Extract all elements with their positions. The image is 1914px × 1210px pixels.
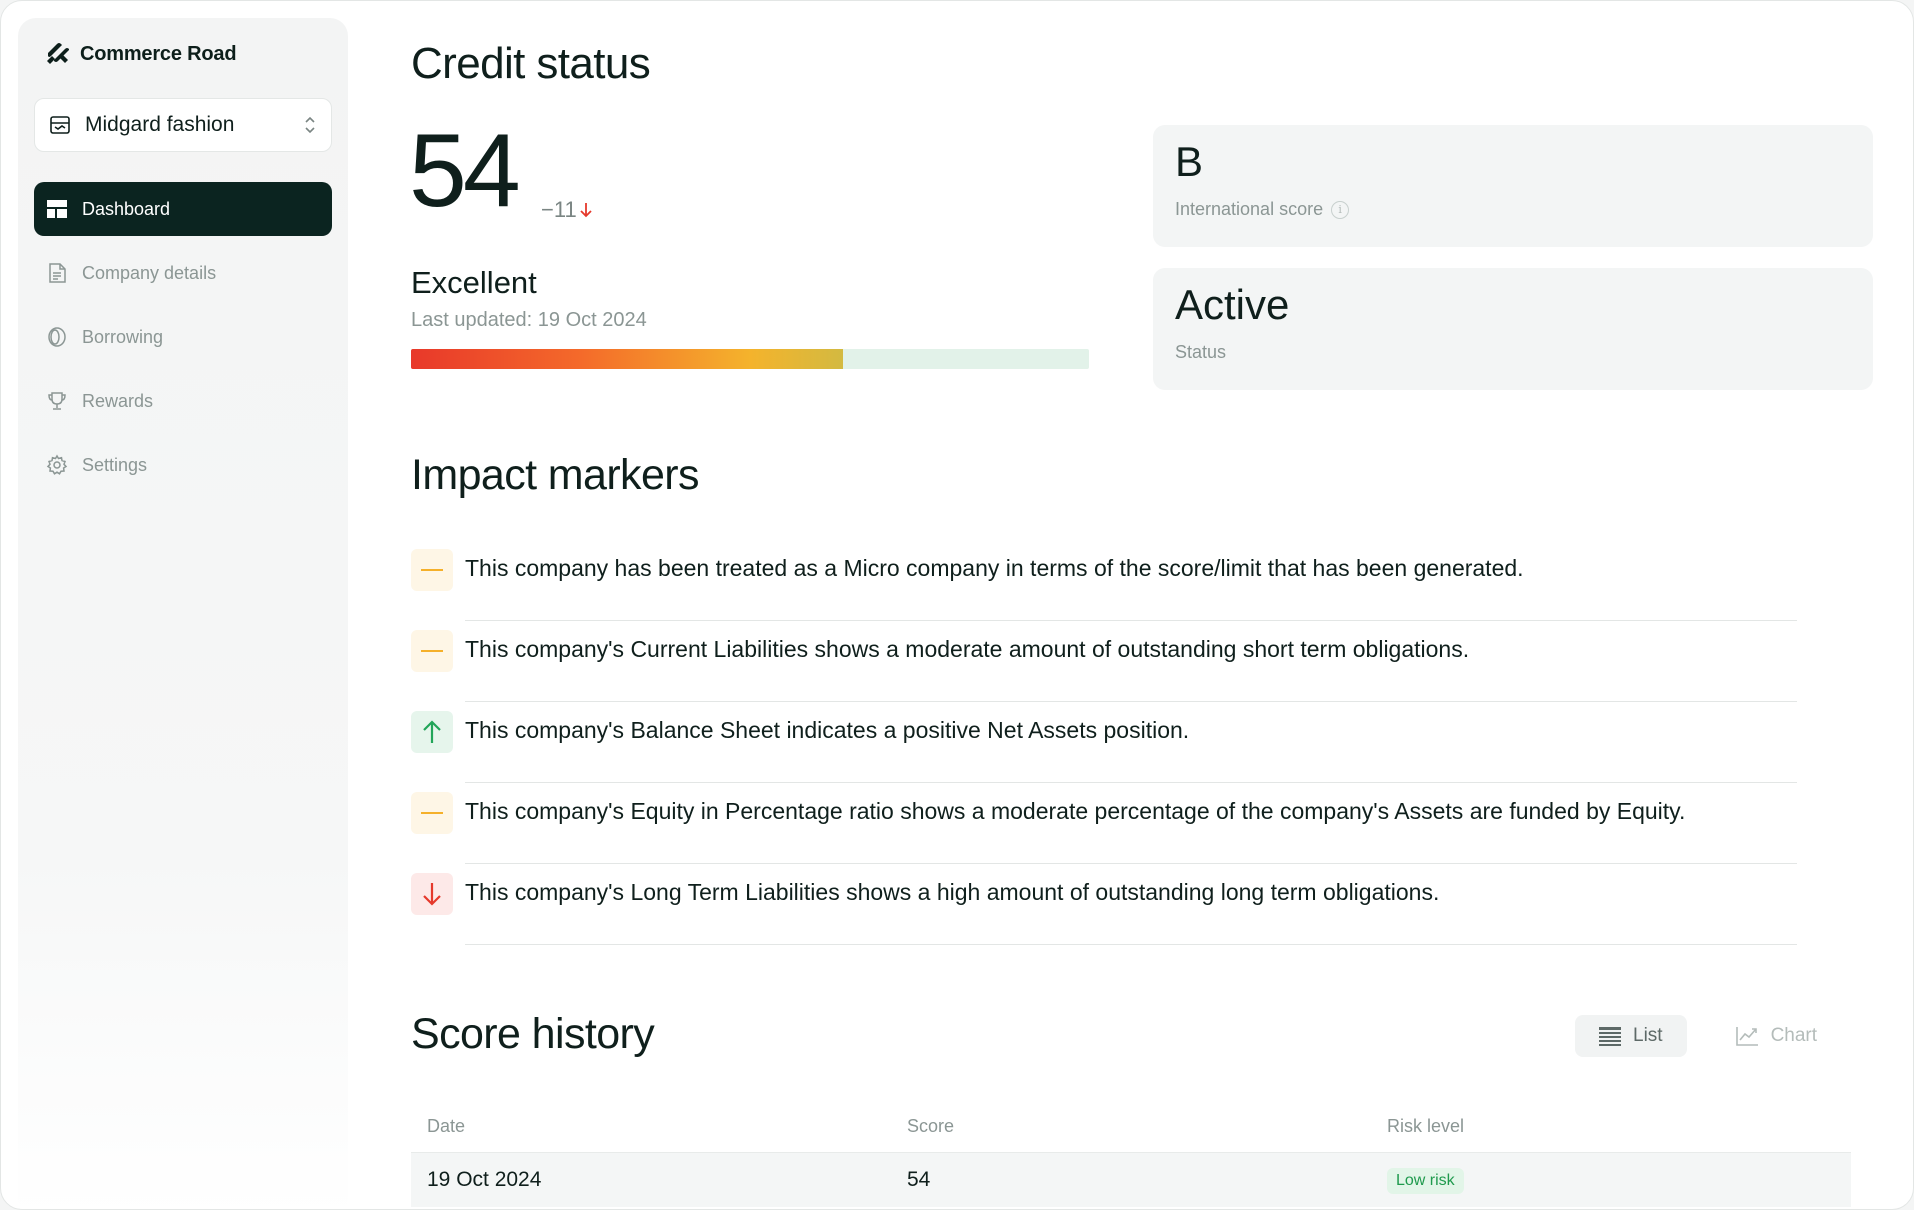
column-header-score: Score xyxy=(907,1116,955,1136)
score-progress-fill xyxy=(411,349,843,369)
impact-markers-list: This company has been treated as a Micro… xyxy=(411,541,1851,946)
commerce-road-logo-icon xyxy=(47,43,69,64)
divider xyxy=(465,620,1797,621)
neutral-dash-icon xyxy=(411,549,453,591)
impact-marker-text: This company's Balance Sheet indicates a… xyxy=(465,717,1190,743)
sidebar-item-settings[interactable]: Settings xyxy=(34,438,332,492)
sidebar-item-company-details[interactable]: Company details xyxy=(34,246,332,300)
credit-score-value: 54 xyxy=(409,113,521,229)
document-icon xyxy=(49,263,66,283)
arrow-down-icon xyxy=(411,873,453,915)
last-updated: Last updated: 19 Oct 2024 xyxy=(411,309,647,331)
organization-name: Midgard fashion xyxy=(85,113,235,136)
status-label: Status xyxy=(1175,342,1227,363)
neutral-dash-icon xyxy=(411,630,453,672)
score-progress-bar xyxy=(411,349,1089,369)
line-chart-icon xyxy=(1735,1027,1758,1046)
gear-icon xyxy=(46,454,68,475)
table-row[interactable]: 19 Oct 2024 54 Low risk xyxy=(411,1153,1851,1207)
cell-risk-level: Low risk xyxy=(1371,1167,1851,1194)
score-history-table: Date Score Risk level 19 Oct 2024 54 Low… xyxy=(411,1101,1851,1207)
status-card: Active Status xyxy=(1153,268,1873,390)
list-item: This company's Long Term Liabilities sho… xyxy=(411,865,1851,946)
impact-marker-text: This company's Current Liabilities shows… xyxy=(465,636,1470,662)
list-view-button[interactable]: List xyxy=(1575,1015,1687,1057)
sidebar-item-label: Dashboard xyxy=(82,198,171,219)
chart-view-button[interactable]: Chart xyxy=(1711,1015,1841,1057)
divider xyxy=(465,944,1797,945)
divider xyxy=(465,701,1797,702)
cell-score: 54 xyxy=(907,1168,931,1191)
sidebar-item-label: Rewards xyxy=(82,390,154,411)
neutral-dash-icon xyxy=(411,792,453,834)
status-value: Active xyxy=(1175,281,1290,328)
credit-rating: Excellent xyxy=(411,265,537,300)
brand[interactable]: Commerce Road xyxy=(44,40,237,68)
international-score-value: B xyxy=(1175,138,1204,185)
list-item: This company's Equity in Percentage rati… xyxy=(411,784,1851,865)
delta-value: −11 xyxy=(541,197,577,222)
sidebar-item-label: Settings xyxy=(82,454,148,475)
trophy-icon xyxy=(48,392,66,410)
column-header-date: Date xyxy=(427,1116,466,1136)
international-score-card: B International score i xyxy=(1153,125,1873,247)
impact-marker-text: This company has been treated as a Micro… xyxy=(465,555,1524,581)
coin-icon xyxy=(48,327,66,347)
brand-name: Commerce Road xyxy=(80,42,237,65)
dashboard-icon xyxy=(47,200,67,218)
impact-marker-text: This company's Equity in Percentage rati… xyxy=(465,798,1686,824)
sidebar-nav: Dashboard Company details Borrowing Rewa… xyxy=(34,182,332,502)
sidebar-item-borrowing[interactable]: Borrowing xyxy=(34,310,332,364)
list-icon xyxy=(1599,1027,1621,1046)
sidebar: Commerce Road Midgard fashion Dashboard … xyxy=(18,18,348,1209)
app-window: Commerce Road Midgard fashion Dashboard … xyxy=(0,0,1914,1210)
credit-score-delta: −11 xyxy=(541,197,593,223)
divider xyxy=(465,782,1797,783)
arrow-up-icon xyxy=(411,711,453,753)
impact-marker-text: This company's Long Term Liabilities sho… xyxy=(465,879,1440,905)
organization-select[interactable]: Midgard fashion xyxy=(34,98,332,152)
list-view-label: List xyxy=(1633,1025,1663,1046)
list-item: This company's Balance Sheet indicates a… xyxy=(411,703,1851,784)
list-item: This company's Current Liabilities shows… xyxy=(411,622,1851,703)
main-content: Credit status 54 −11 Excellent Last upda… xyxy=(409,1,1913,1209)
cell-date: 19 Oct 2024 xyxy=(427,1168,542,1191)
sidebar-item-label: Borrowing xyxy=(82,326,164,347)
view-toggle: List Chart xyxy=(1575,1015,1841,1057)
score-history-title: Score history xyxy=(411,1010,655,1058)
column-header-risk-level: Risk level xyxy=(1387,1116,1465,1136)
table-header: Date Score Risk level xyxy=(411,1101,1851,1153)
arrow-down-icon xyxy=(580,203,592,218)
impact-markers-title: Impact markers xyxy=(411,451,699,499)
sidebar-item-rewards[interactable]: Rewards xyxy=(34,374,332,428)
risk-badge: Low risk xyxy=(1387,1167,1464,1194)
divider xyxy=(465,863,1797,864)
store-icon xyxy=(50,116,70,134)
sidebar-item-label: Company details xyxy=(82,262,217,283)
sidebar-item-dashboard[interactable]: Dashboard xyxy=(34,182,332,236)
info-icon[interactable]: i xyxy=(1331,200,1350,219)
list-item: This company has been treated as a Micro… xyxy=(411,541,1851,622)
card-label-text: International score xyxy=(1175,199,1324,220)
chevron-up-down-icon xyxy=(305,116,315,134)
page-title: Credit status xyxy=(411,39,651,88)
chart-view-label: Chart xyxy=(1770,1025,1818,1046)
international-score-label: International score i xyxy=(1175,199,1851,220)
